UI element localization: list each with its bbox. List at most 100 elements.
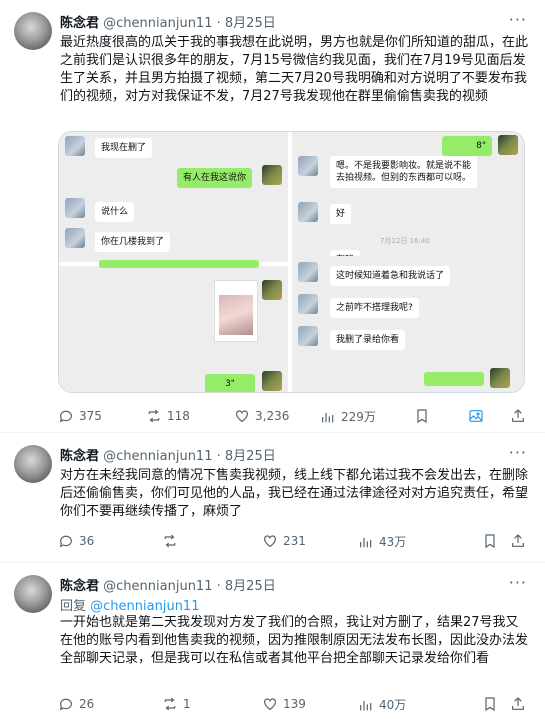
- retweet-count: 1: [183, 697, 191, 711]
- views-icon: [360, 537, 372, 547]
- views-button[interactable]: 43万: [358, 533, 406, 550]
- chat-bubble: 之前咋不搭理我呢?: [330, 298, 419, 318]
- image-thumbnail: [214, 280, 258, 342]
- more-options-icon[interactable]: ···: [509, 10, 527, 29]
- chat-avatar: [498, 135, 518, 155]
- like-button[interactable]: 139: [262, 696, 306, 712]
- tweet-date[interactable]: 8月25日: [225, 449, 276, 464]
- like-button[interactable]: 231: [262, 533, 306, 549]
- tweet-media[interactable]: 我现在删了 有人在我这说你 说什么 你在几楼我到了 8" 嗯。不是我要影响妆。就…: [58, 131, 525, 393]
- tweet-date[interactable]: 8月25日: [225, 16, 276, 31]
- chat-bubble: 嗯。不是我要影响妆。就是说不能 去拍视频。但别的东西都可以呀。: [330, 156, 478, 188]
- views-button[interactable]: 229万: [320, 408, 376, 425]
- avatar[interactable]: [14, 12, 52, 50]
- chat-avatar: [298, 262, 318, 282]
- views-count: 229万: [341, 410, 376, 424]
- reply-count: 375: [79, 409, 102, 423]
- image-button[interactable]: [468, 408, 484, 424]
- chat-bubble: 我现在删了: [95, 138, 153, 158]
- share-icon: [512, 697, 524, 710]
- chat-bubble: 这时候知道着急和我说话了: [330, 266, 451, 286]
- heart-icon: [264, 535, 276, 548]
- chat-screenshot-4[interactable]: 这时候知道着急和我说话了 之前咋不搭理我呢? 我删了录给你看: [292, 256, 524, 392]
- tweet-text: 对方在未经我同意的情况下售卖我视频，线上线下都允诺过我不会发出去，在删除后还偷偷…: [60, 468, 529, 519]
- chat-bubble: 8": [442, 136, 492, 156]
- heart-icon: [264, 698, 276, 711]
- reply-prefix: 回复: [60, 599, 87, 614]
- chat-avatar: [65, 198, 85, 218]
- share-button[interactable]: [510, 696, 526, 712]
- bookmark-button[interactable]: [482, 696, 498, 712]
- bookmark-icon: [485, 697, 495, 712]
- author-name[interactable]: 陈念君: [60, 579, 99, 594]
- tweet-3[interactable]: 陈念君 @chennianjun11 · 8月25日 ··· 回复 @chenn…: [0, 563, 545, 719]
- tweet-actions: 375 118 3,236 229万: [58, 408, 528, 428]
- retweet-icon: [164, 697, 176, 711]
- chat-avatar: [262, 280, 282, 300]
- chat-bubble: 你在几楼我到了: [95, 232, 171, 252]
- avatar[interactable]: [14, 575, 52, 613]
- bookmark-button[interactable]: [414, 408, 430, 424]
- share-icon: [512, 534, 524, 547]
- like-button[interactable]: 3,236: [234, 408, 289, 424]
- chat-bubble: 我删了录给你看: [330, 330, 406, 350]
- retweet-button[interactable]: [162, 533, 183, 549]
- reply-button[interactable]: 375: [58, 408, 102, 424]
- retweet-count: 118: [167, 409, 190, 423]
- chat-timestamp: 7月22日 16:40: [380, 237, 430, 245]
- tweet-actions: 26 1 139 40万: [58, 696, 528, 716]
- reply-button[interactable]: 36: [58, 533, 94, 549]
- author-handle[interactable]: @chennianjun11: [103, 449, 212, 464]
- like-count: 231: [283, 534, 306, 548]
- views-icon: [360, 700, 372, 710]
- chat-line: 嗯。不是我要影响妆。就是说不能: [336, 161, 472, 171]
- views-button[interactable]: 40万: [358, 696, 406, 713]
- share-button[interactable]: [510, 533, 526, 549]
- reply-icon: [59, 410, 72, 423]
- reply-button[interactable]: 26: [58, 696, 94, 712]
- tweet-1[interactable]: 陈念君 @chennianjun11 · 8月25日 ··· 最近热度很高的瓜关…: [0, 0, 545, 433]
- tweet-actions: 36 231 43万: [58, 533, 528, 553]
- share-button[interactable]: [510, 408, 526, 424]
- chat-avatar: [262, 165, 282, 185]
- tweet-2[interactable]: 陈念君 @chennianjun11 · 8月25日 ··· 对方在未经我同意的…: [0, 433, 545, 563]
- chat-bubble: [99, 260, 259, 268]
- chat-bubble: 好: [330, 204, 352, 224]
- like-count: 139: [283, 697, 306, 711]
- reply-count: 26: [79, 697, 95, 711]
- bookmark-button[interactable]: [482, 533, 498, 549]
- views-icon: [322, 412, 334, 422]
- chat-bubble: [424, 372, 484, 386]
- views-count: 40万: [379, 698, 407, 712]
- reply-handle-link[interactable]: @chennianjun11: [90, 599, 199, 614]
- chat-avatar: [65, 136, 85, 156]
- author-name[interactable]: 陈念君: [60, 449, 99, 464]
- reply-context: 回复 @chennianjun11: [60, 595, 199, 614]
- chat-avatar: [298, 156, 318, 176]
- retweet-icon: [148, 409, 160, 423]
- reply-count: 36: [79, 534, 95, 548]
- author-handle[interactable]: @chennianjun11: [103, 579, 212, 594]
- tweet-header: 陈念君 @chennianjun11 · 8月25日: [60, 445, 276, 464]
- author-name[interactable]: 陈念君: [60, 16, 99, 31]
- chat-bubble: 3": [205, 374, 255, 392]
- retweet-button[interactable]: 1: [162, 696, 191, 712]
- author-handle[interactable]: @chennianjun11: [103, 16, 212, 31]
- retweet-button[interactable]: 118: [146, 408, 190, 424]
- chat-screenshot-3[interactable]: 3": [59, 260, 288, 392]
- chat-screenshot-2[interactable]: 8" 嗯。不是我要影响妆。就是说不能 去拍视频。但别的东西都可以呀。 好 7月2…: [292, 132, 524, 270]
- separator-dot: ·: [216, 16, 221, 31]
- reply-icon: [59, 698, 72, 711]
- more-options-icon[interactable]: ···: [509, 443, 527, 462]
- chat-bubble: 说什么: [95, 202, 135, 222]
- more-options-icon[interactable]: ···: [509, 573, 527, 592]
- chat-avatar: [298, 202, 318, 222]
- like-count: 3,236: [255, 409, 290, 423]
- chat-screenshot-1[interactable]: 我现在删了 有人在我这说你 说什么 你在几楼我到了: [59, 132, 288, 262]
- tweet-header: 陈念君 @chennianjun11 · 8月25日: [60, 575, 276, 594]
- tweet-date[interactable]: 8月25日: [225, 579, 276, 594]
- tweet-text: 一开始也就是第二天我发现对方发了我们的合照，我让对方删了，结果27号我又在他的账…: [60, 615, 529, 666]
- separator-dot: ·: [216, 449, 221, 464]
- bookmark-icon: [417, 409, 427, 424]
- avatar[interactable]: [14, 445, 52, 483]
